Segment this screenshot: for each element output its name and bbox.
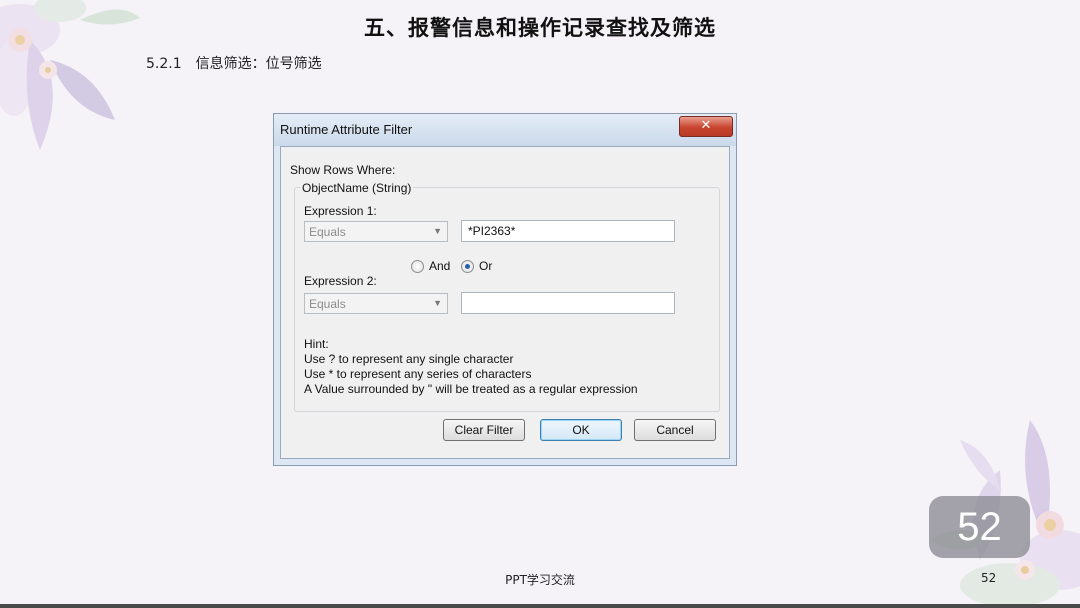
section-heading: 5.2.1 信息筛选：位号筛选 bbox=[146, 53, 322, 73]
expression1-operator-select[interactable]: Equals ▼ bbox=[304, 221, 448, 242]
hint-line: Use * to represent any series of charact… bbox=[304, 367, 532, 381]
group-label: ObjectName (String) bbox=[300, 181, 414, 195]
footer-page-number: 52 bbox=[981, 571, 997, 585]
expression1-operator-value: Equals bbox=[309, 225, 346, 239]
and-radio-label: And bbox=[429, 259, 451, 273]
hint-block: Hint: Use ? to represent any single char… bbox=[304, 337, 638, 397]
expression1-value-text: *PI2363* bbox=[468, 224, 516, 238]
close-icon: ✕ bbox=[700, 118, 712, 133]
footer-text: PPT学习交流 bbox=[505, 573, 575, 587]
cancel-button[interactable]: Cancel bbox=[634, 419, 716, 441]
chevron-down-icon: ▼ bbox=[433, 226, 442, 236]
section-label: 信息筛选：位号筛选 bbox=[195, 56, 322, 72]
hint-title: Hint: bbox=[304, 337, 329, 351]
clear-filter-button[interactable]: Clear Filter bbox=[443, 419, 525, 441]
hint-line: Use ? to represent any single character bbox=[304, 352, 514, 366]
expression2-operator-value: Equals bbox=[309, 297, 346, 311]
dialog-body: Show Rows Where: ObjectName (String) Exp… bbox=[280, 146, 730, 459]
radio-checked-icon bbox=[461, 259, 474, 273]
hint-line: A Value surrounded by " will be treated … bbox=[304, 382, 638, 396]
expression1-label: Expression 1: bbox=[304, 204, 377, 218]
slide: 五、报警信息和操作记录查找及筛选 5.2.1 信息筛选：位号筛选 Runtime … bbox=[0, 0, 1080, 608]
runtime-attribute-filter-dialog: Runtime Attribute Filter ✕ Show Rows Whe… bbox=[274, 114, 736, 465]
show-rows-label: Show Rows Where: bbox=[290, 163, 396, 177]
bottom-divider bbox=[0, 604, 1080, 608]
ok-button[interactable]: OK bbox=[540, 419, 622, 441]
or-radio-label: Or bbox=[479, 259, 493, 273]
expression2-label: Expression 2: bbox=[304, 274, 377, 288]
and-radio[interactable]: And bbox=[411, 259, 450, 273]
close-button[interactable]: ✕ bbox=[679, 116, 733, 137]
slide-title: 五、报警信息和操作记录查找及筛选 bbox=[364, 16, 716, 40]
expression2-operator-select[interactable]: Equals ▼ bbox=[304, 293, 448, 314]
dialog-titlebar: Runtime Attribute Filter ✕ bbox=[274, 114, 736, 146]
page-number-badge: 52 bbox=[929, 496, 1030, 558]
expression1-value-input[interactable]: *PI2363* bbox=[461, 220, 675, 242]
section-number: 5.2.1 bbox=[146, 56, 182, 72]
dialog-title: Runtime Attribute Filter bbox=[280, 122, 413, 137]
expression2-value-input[interactable] bbox=[461, 292, 675, 314]
chevron-down-icon: ▼ bbox=[433, 298, 442, 308]
radio-unchecked-icon bbox=[411, 259, 424, 273]
or-radio[interactable]: Or bbox=[461, 259, 492, 273]
